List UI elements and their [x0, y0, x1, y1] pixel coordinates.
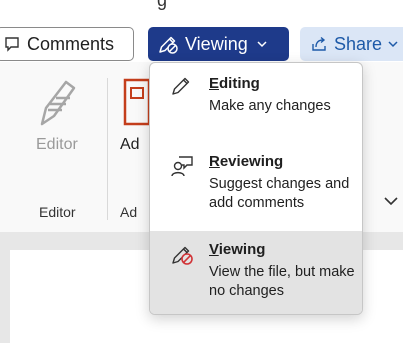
menu-item-reviewing[interactable]: Reviewing Suggest changes and add commen… [150, 141, 362, 231]
access-key: R [209, 153, 220, 170]
share-button[interactable]: Share [300, 27, 403, 61]
share-icon [312, 36, 326, 51]
menu-item-title: Reviewing [209, 153, 283, 170]
partial-text: g [157, 0, 168, 10]
menu-item-description: Suggest changes and add comments [209, 176, 350, 211]
editor-group-label: Editor [39, 204, 76, 220]
menu-item-title: Viewing [209, 241, 265, 258]
title-rest: diting [219, 75, 260, 92]
add-ins-button-label: Ad [120, 136, 140, 153]
access-key: E [209, 75, 220, 92]
pencil-prohibited-icon [172, 246, 193, 265]
title-rest: iewing [218, 241, 266, 258]
pencil-prohibited-icon [159, 36, 178, 54]
cut-off-title-text: g [0, 0, 403, 22]
editor-button-label: Editor [36, 136, 78, 153]
access-key: V [209, 241, 219, 258]
menu-item-viewing[interactable]: Viewing View the file, but make no chang… [150, 231, 362, 314]
title-rest: eviewing [219, 153, 284, 170]
share-button-label: Share [334, 33, 383, 54]
comments-button-label: Comments [27, 33, 115, 54]
editor-pen-icon[interactable] [36, 76, 78, 128]
add-ins-icon[interactable] [122, 78, 152, 126]
top-toolbar: g Comments Viewing Share [0, 0, 403, 62]
add-ins-group-label: Ad [120, 204, 138, 220]
menu-item-description: Make any changes [209, 98, 331, 114]
pencil-icon [172, 77, 190, 95]
chevron-down-icon[interactable] [384, 196, 398, 206]
menu-item-description: View the file, but make no changes [209, 264, 355, 299]
viewing-mode-button[interactable]: Viewing [148, 27, 289, 61]
menu-item-editing[interactable]: Editing Make any changes [150, 63, 362, 141]
menu-item-title: Editing [209, 75, 260, 92]
comments-button[interactable]: Comments [0, 27, 134, 61]
person-comment-icon [171, 156, 193, 177]
group-divider [107, 78, 108, 220]
chevron-down-icon [257, 41, 267, 48]
viewing-mode-button-label: Viewing [185, 33, 248, 54]
comment-icon [5, 37, 19, 52]
chevron-down-icon [388, 41, 398, 48]
mode-dropdown-menu: Editing Make any changes Reviewing Sugge… [149, 62, 363, 315]
